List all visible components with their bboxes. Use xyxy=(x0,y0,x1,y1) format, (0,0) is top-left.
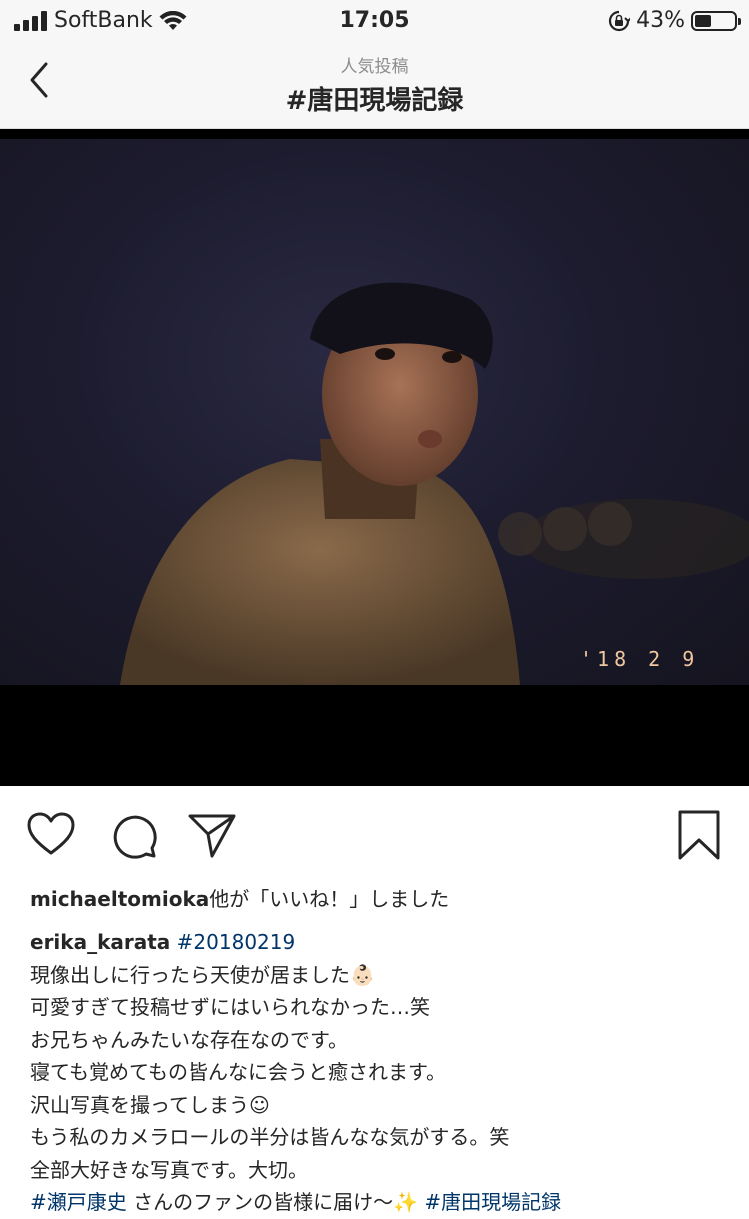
caption-last-line: #瀬戸康史 さんのファンの皆様に届け〜✨ #唐田現場記録 xyxy=(30,1186,730,1219)
status-bar: SoftBank 17:05 43% xyxy=(0,0,749,44)
photo-illustration xyxy=(120,282,749,685)
caption-hashtag[interactable]: #20180219 xyxy=(177,930,296,954)
caption-hashtag-seto[interactable]: #瀬戸康史 xyxy=(30,1190,127,1214)
caption-line: お兄ちゃんみたいな存在なのです。 xyxy=(30,1027,348,1052)
caption-hashtag-karata[interactable]: #唐田現場記録 xyxy=(424,1190,561,1214)
caption-line: 現像出しに行ったら天使が居ました👶🏻 xyxy=(30,962,375,987)
caption-line: 沢山写真を撮ってしまう☺︎ xyxy=(30,1092,270,1117)
nav-header: 人気投稿 #唐田現場記録 xyxy=(0,44,749,129)
caption-header: erika_karata #20180219 xyxy=(30,926,730,959)
nav-title: #唐田現場記録 xyxy=(285,86,464,116)
likes-line: michaeltomioka他が「いいね！」しました xyxy=(30,883,449,912)
comment-icon[interactable] xyxy=(108,810,158,860)
caption-last-middle: さんのファンの皆様に届け〜✨ xyxy=(126,1190,425,1214)
rotation-lock-icon xyxy=(609,10,631,31)
likes-user-link[interactable]: michaeltomioka xyxy=(30,887,209,911)
likes-suffix: 他が「いいね！」しました xyxy=(209,887,450,911)
photo-date-stamp: '18 2 9 xyxy=(580,647,700,671)
caption-username[interactable]: erika_karata xyxy=(30,930,170,954)
caption-line: 寝ても覚めてもの皆んなに会うと癒されます。 xyxy=(30,1060,446,1084)
nav-subtitle: 人気投稿 xyxy=(340,57,409,77)
caption-line: 可愛すぎて投稿せずにはいられなかった…笑 xyxy=(30,995,430,1019)
post-caption: erika_karata #20180219 現像出しに行ったら天使が居ました👶… xyxy=(30,926,730,1219)
heart-icon[interactable] xyxy=(26,810,76,860)
post-photo[interactable]: '18 2 9 xyxy=(0,129,749,786)
bookmark-icon[interactable] xyxy=(674,810,724,860)
action-bar xyxy=(0,790,749,870)
caption-line: 全部大好きな写真です。大切。 xyxy=(30,1157,308,1182)
photo-scene: '18 2 9 xyxy=(0,139,749,685)
status-right-group: 43% xyxy=(608,8,741,33)
paper-plane-icon[interactable] xyxy=(188,810,238,860)
battery-icon xyxy=(691,10,741,31)
battery-percent: 43% xyxy=(636,8,685,33)
caption-line: もう私のカメラロールの半分は皆んなな気がする。笑 xyxy=(30,1125,510,1149)
